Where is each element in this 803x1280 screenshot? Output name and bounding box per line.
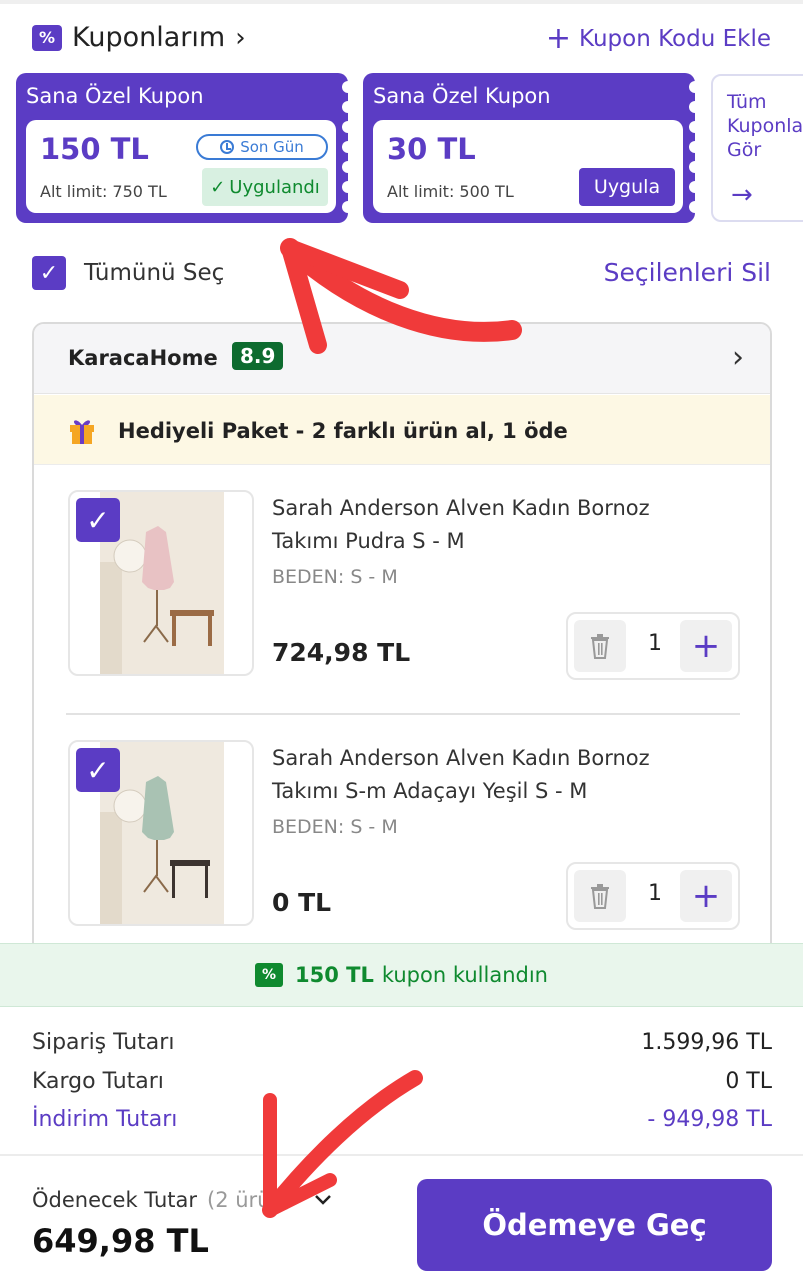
- shipping-row: Kargo Tutarı 0 TL: [32, 1069, 772, 1094]
- discount-label: İndirim Tutarı: [32, 1107, 178, 1132]
- chevron-down-icon: [315, 1195, 331, 1205]
- coupon-body: 30 TL Alt limit: 500 TL Uygula: [373, 120, 683, 213]
- chevron-right-icon: ›: [732, 340, 744, 375]
- ticket-notch: [342, 141, 354, 153]
- product-size: BEDEN: S - M: [272, 566, 398, 588]
- last-day-badge: Son Gün: [196, 134, 328, 160]
- ticket-notch: [689, 81, 701, 93]
- footer-divider: [0, 1154, 803, 1156]
- coupon-card[interactable]: Sana Özel Kupon 150 TL Alt limit: 750 TL…: [16, 73, 354, 223]
- promotion-banner: Hediyeli Paket - 2 farklı ürün al, 1 öde: [34, 395, 770, 465]
- product-name[interactable]: Sarah Anderson Alven Kadın Bornoz Takımı…: [272, 492, 712, 558]
- delete-item-button[interactable]: [574, 620, 626, 672]
- order-total-value: 1.599,96 TL: [641, 1030, 772, 1055]
- last-day-label: Son Gün: [240, 138, 304, 156]
- seller-name: KaracaHome: [68, 346, 218, 370]
- checkout-button[interactable]: Ödemeye Geç: [417, 1179, 772, 1271]
- coupon-title: Sana Özel Kupon: [26, 84, 204, 108]
- plus-icon: +: [545, 21, 572, 56]
- see-all-coupons-card[interactable]: Tüm Kuponları Gör →: [711, 74, 803, 222]
- ticket-notch: [342, 161, 354, 173]
- check-icon: ✓: [210, 176, 226, 198]
- coupons-title: Kuponlarım: [72, 22, 226, 53]
- applied-label: Uygulandı: [229, 176, 320, 198]
- product-name[interactable]: Sarah Anderson Alven Kadın Bornoz Takımı…: [272, 742, 712, 808]
- shipping-label: Kargo Tutarı: [32, 1069, 164, 1094]
- coupons-header[interactable]: % Kuponlarım ›: [32, 22, 246, 53]
- product-image[interactable]: ✓: [68, 490, 254, 676]
- payable-label: Ödenecek Tutar: [32, 1188, 197, 1212]
- quantity-value: 1: [648, 881, 662, 906]
- payable-total: 649,98 TL: [32, 1222, 209, 1260]
- annotation-arrow-head: [281, 239, 409, 299]
- gift-icon: [70, 420, 94, 444]
- product-size: BEDEN: S - M: [272, 816, 398, 838]
- checkbox-checked-icon: ✓: [32, 256, 66, 290]
- product-image[interactable]: ✓: [68, 740, 254, 926]
- order-total-row: Sipariş Tutarı 1.599,96 TL: [32, 1030, 772, 1055]
- select-all-label: Tümünü Seç: [84, 260, 225, 286]
- promotion-text: Hediyeli Paket - 2 farklı ürün al, 1 öde: [118, 419, 568, 443]
- ticket-notch: [689, 181, 701, 193]
- item-checkbox[interactable]: ✓: [76, 748, 120, 792]
- cart-item: ✓ Sarah Anderson Alven Kadın Bornoz Takı…: [34, 466, 770, 680]
- annotation-arrow-shaft: [280, 238, 522, 342]
- ticket-notch: [342, 201, 354, 213]
- clock-icon: [220, 140, 235, 154]
- ticket-notch: [342, 181, 354, 193]
- coupon-title: Sana Özel Kupon: [373, 84, 551, 108]
- arrow-right-icon: →: [731, 180, 753, 210]
- seller-header[interactable]: KaracaHome 8.9 ›: [34, 324, 770, 394]
- item-divider: [66, 713, 740, 715]
- coupon-used-banner: % 150 TL kupon kullandın: [0, 943, 803, 1007]
- coupon-amount: 150 TL: [40, 132, 149, 166]
- ticket-notch: [689, 121, 701, 133]
- select-all-checkbox[interactable]: ✓ Tümünü Seç: [32, 256, 224, 290]
- coupon-body: 150 TL Alt limit: 750 TL Son Gün ✓ Uygul…: [26, 120, 336, 213]
- ticket-notch: [342, 101, 354, 113]
- payable-details-toggle[interactable]: Ödenecek Tutar (2 ürün): [32, 1188, 332, 1212]
- trash-icon: [591, 634, 609, 659]
- ticket-notch: [689, 201, 701, 213]
- trash-icon: [591, 884, 609, 909]
- delete-selected-button[interactable]: Seçilenleri Sil: [604, 258, 771, 287]
- shipping-value: 0 TL: [725, 1069, 772, 1094]
- product-price: 724,98 TL: [272, 638, 411, 667]
- percent-badge-icon: %: [32, 24, 62, 51]
- seller-score-badge: 8.9: [232, 342, 284, 370]
- ticket-notch: [689, 141, 701, 153]
- ticket-notch: [689, 161, 701, 173]
- increase-quantity-button[interactable]: +: [680, 620, 732, 672]
- coupon-used-text: kupon kullandın: [381, 963, 548, 987]
- seller-cart-group: KaracaHome 8.9 › Hediyeli Paket - 2 fark…: [32, 322, 772, 962]
- quantity-stepper: 1 +: [566, 612, 740, 680]
- ticket-notch: [689, 101, 701, 113]
- coupon-used-amount: 150 TL: [295, 963, 374, 987]
- apply-coupon-button[interactable]: Uygula: [579, 168, 675, 206]
- percent-tag-icon: %: [255, 963, 283, 987]
- coupon-limit: Alt limit: 500 TL: [387, 182, 514, 201]
- coupon-amount: 30 TL: [387, 132, 476, 166]
- cart-item: ✓ Sarah Anderson Alven Kadın Bornoz Takı…: [34, 716, 770, 930]
- item-checkbox[interactable]: ✓: [76, 498, 120, 542]
- delete-item-button[interactable]: [574, 870, 626, 922]
- order-total-label: Sipariş Tutarı: [32, 1030, 175, 1055]
- coupon-limit: Alt limit: 750 TL: [40, 182, 167, 201]
- discount-row[interactable]: İndirim Tutarı - 949,98 TL: [32, 1107, 772, 1132]
- ticket-notch: [342, 81, 354, 93]
- product-price: 0 TL: [272, 888, 332, 917]
- coupon-card[interactable]: Sana Özel Kupon 30 TL Alt limit: 500 TL …: [363, 73, 701, 223]
- applied-badge: ✓ Uygulandı: [202, 168, 328, 206]
- increase-quantity-button[interactable]: +: [680, 870, 732, 922]
- add-coupon-code-button[interactable]: + Kupon Kodu Ekle: [546, 24, 771, 54]
- quantity-stepper: 1 +: [566, 862, 740, 930]
- add-coupon-code-label: Kupon Kodu Ekle: [579, 26, 771, 52]
- quantity-value: 1: [648, 631, 662, 656]
- chevron-right-icon: ›: [235, 22, 246, 53]
- discount-value: - 949,98 TL: [647, 1107, 772, 1132]
- see-all-coupons-label: Tüm Kuponları Gör: [727, 91, 803, 161]
- top-divider: [0, 0, 803, 4]
- ticket-notch: [342, 121, 354, 133]
- item-count: (2 ürün): [207, 1188, 292, 1212]
